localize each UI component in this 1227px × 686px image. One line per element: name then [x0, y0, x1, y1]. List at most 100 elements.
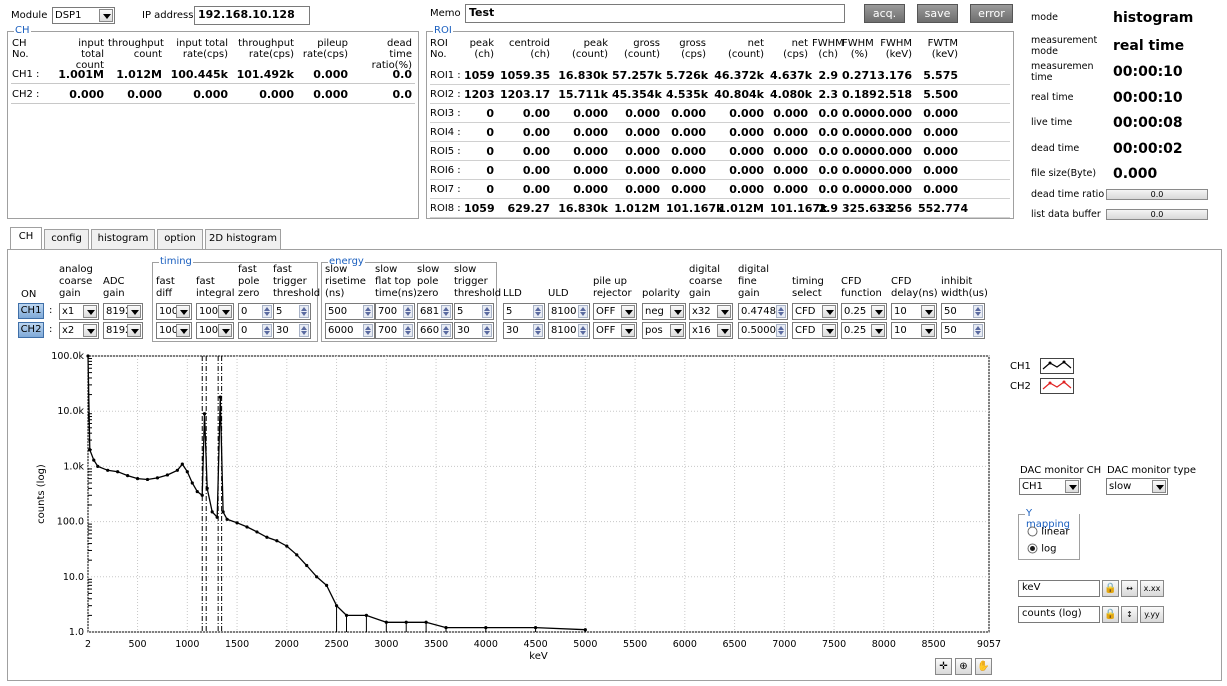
cfg-select-13[interactable]: neg	[642, 303, 686, 320]
dead-time-ratio-label: dead time ratio	[1031, 189, 1105, 200]
data-point	[225, 517, 229, 521]
cfg-select-16[interactable]: CFD	[792, 303, 838, 320]
on-toggle-ch1[interactable]: CH1	[18, 303, 44, 319]
y-axis-name-field[interactable]: counts (log)	[1018, 606, 1100, 623]
chevron-down-icon	[127, 305, 141, 318]
cfg-spinner-5[interactable]: 30	[273, 322, 311, 339]
x-tick-label: 3000	[374, 639, 398, 650]
cfg-select-3[interactable]: 100	[196, 303, 234, 320]
tab-config[interactable]: config	[44, 229, 89, 249]
chevron-down-icon	[176, 305, 190, 318]
cfg-select-16[interactable]: CFD	[792, 322, 838, 339]
cfg-select-1[interactable]: 8192	[103, 322, 143, 339]
cfg-value: 700	[378, 325, 398, 336]
histogram-plot[interactable]: 2 500 1000 1500 2000 2500 3000 3500 4000 4500 5000…	[0, 350, 1010, 680]
cfg-select-17[interactable]: 0.25	[841, 322, 887, 339]
cfg-select-12[interactable]: OFF	[593, 303, 637, 320]
cfg-select-14[interactable]: x32	[689, 303, 733, 320]
cfg-select-14[interactable]: x16	[689, 322, 733, 339]
cfg-select-3[interactable]: 100	[196, 322, 234, 339]
cfg-spinner-4[interactable]: 0	[238, 303, 274, 320]
tab-histogram[interactable]: histogram	[91, 229, 155, 249]
cfg-spinner-19[interactable]: 50	[941, 303, 985, 320]
cfg-spinner-9[interactable]: 30	[454, 322, 494, 339]
legend-ch2-swatch[interactable]	[1040, 378, 1074, 394]
spinner-arrows-icon	[533, 324, 543, 337]
spinner-arrows-icon	[776, 324, 786, 337]
cfg-value: x32	[692, 306, 711, 317]
cfg-select-18[interactable]: 10	[891, 322, 937, 339]
zoom-icon[interactable]: ⊕	[955, 658, 972, 675]
cfg-spinner-7[interactable]: 700	[375, 322, 415, 339]
spinner-arrows-icon	[299, 324, 309, 337]
pan-hand-icon[interactable]: ✋	[975, 658, 992, 675]
memo-field[interactable]: Test	[465, 4, 845, 23]
cfg-value: 0.4748	[741, 306, 776, 317]
on-toggle-ch2[interactable]: CH2	[18, 322, 44, 338]
cfg-select-0[interactable]: x2	[59, 322, 99, 339]
lock-icon[interactable]: 🔒	[1102, 606, 1119, 623]
roi-cell: 0.0	[818, 126, 839, 139]
data-point	[195, 489, 199, 494]
cfg-spinner-6[interactable]: 6000	[325, 322, 375, 339]
cfg-value: 100	[199, 325, 219, 336]
cfg-header-19: inhibit width(us)	[941, 276, 988, 299]
acq-button[interactable]: acq.	[864, 4, 905, 23]
roi-cell: 0.0	[818, 107, 839, 120]
roi-cell: 0.271	[842, 69, 877, 82]
cfg-select-13[interactable]: pos	[642, 322, 686, 339]
cfg-spinner-11[interactable]: 8100	[548, 303, 590, 320]
cfg-spinner-8[interactable]: 660	[417, 322, 453, 339]
roi-cell: 0.000	[573, 183, 608, 196]
tab-2d-histogram[interactable]: 2D histogram	[205, 229, 281, 249]
cfg-value: 100	[199, 306, 219, 317]
cfg-select-12[interactable]: OFF	[593, 322, 637, 339]
x-format-icon[interactable]: x.xx	[1140, 580, 1164, 597]
cfg-value: 6000	[328, 325, 354, 336]
x-axis-name-field[interactable]: keV	[1018, 580, 1100, 597]
x-autoscale-icon[interactable]: ↔	[1121, 580, 1138, 597]
cfg-spinner-10[interactable]: 5	[503, 303, 545, 320]
cfg-value: OFF	[596, 325, 616, 336]
cfg-spinner-7[interactable]: 700	[375, 303, 415, 320]
cfg-spinner-19[interactable]: 50	[941, 322, 985, 339]
cfg-spinner-8[interactable]: 681	[417, 303, 453, 320]
y-mapping-linear[interactable]: linear	[1027, 526, 1069, 538]
cfg-spinner-5[interactable]: 5	[273, 303, 311, 320]
dac-ch-select[interactable]: CH1	[1019, 478, 1081, 495]
cfg-spinner-11[interactable]: 8100	[548, 322, 590, 339]
ip-field[interactable]: 192.168.10.128	[194, 6, 310, 25]
cfg-spinner-6[interactable]: 500	[325, 303, 375, 320]
module-select[interactable]: DSP1	[52, 7, 115, 24]
cfg-select-17[interactable]: 0.25	[841, 303, 887, 320]
tab-ch[interactable]: CH	[10, 227, 42, 249]
dac-type-select[interactable]: slow	[1106, 478, 1168, 495]
y-format-icon[interactable]: y.yy	[1140, 606, 1164, 623]
legend-ch1-swatch[interactable]	[1040, 358, 1074, 374]
error-button[interactable]: error	[970, 4, 1013, 23]
ip-label: IP address	[142, 10, 194, 21]
cfg-select-1[interactable]: 8192	[103, 303, 143, 320]
cfg-select-0[interactable]: x1	[59, 303, 99, 320]
cfg-select-2[interactable]: 100	[156, 303, 192, 320]
save-button[interactable]: save	[917, 4, 958, 23]
ch-header-6: dead time ratio(%)	[371, 38, 412, 71]
spinner-arrows-icon	[482, 324, 492, 337]
ch-header-4: throughput rate(cps)	[238, 38, 294, 60]
cfg-value: OFF	[596, 306, 616, 317]
cfg-select-18[interactable]: 10	[891, 303, 937, 320]
lock-icon[interactable]: 🔒	[1102, 580, 1119, 597]
cfg-spinner-10[interactable]: 30	[503, 322, 545, 339]
y-mapping-log[interactable]: log	[1027, 543, 1056, 555]
cfg-spinner-15[interactable]: 0.5000	[738, 322, 788, 339]
cfg-header-9: slow trigger threshold	[454, 264, 502, 299]
cfg-select-2[interactable]: 100	[156, 322, 192, 339]
cfg-spinner-15[interactable]: 0.4748	[738, 303, 788, 320]
data-point	[285, 544, 289, 548]
cfg-spinner-4[interactable]: 0	[238, 322, 274, 339]
y-autoscale-icon[interactable]: ↕	[1121, 606, 1138, 623]
cfg-spinner-9[interactable]: 5	[454, 303, 494, 320]
crosshair-icon[interactable]: ✛	[935, 658, 952, 675]
separator-colon: :	[49, 324, 53, 335]
tab-option[interactable]: option	[157, 229, 203, 249]
